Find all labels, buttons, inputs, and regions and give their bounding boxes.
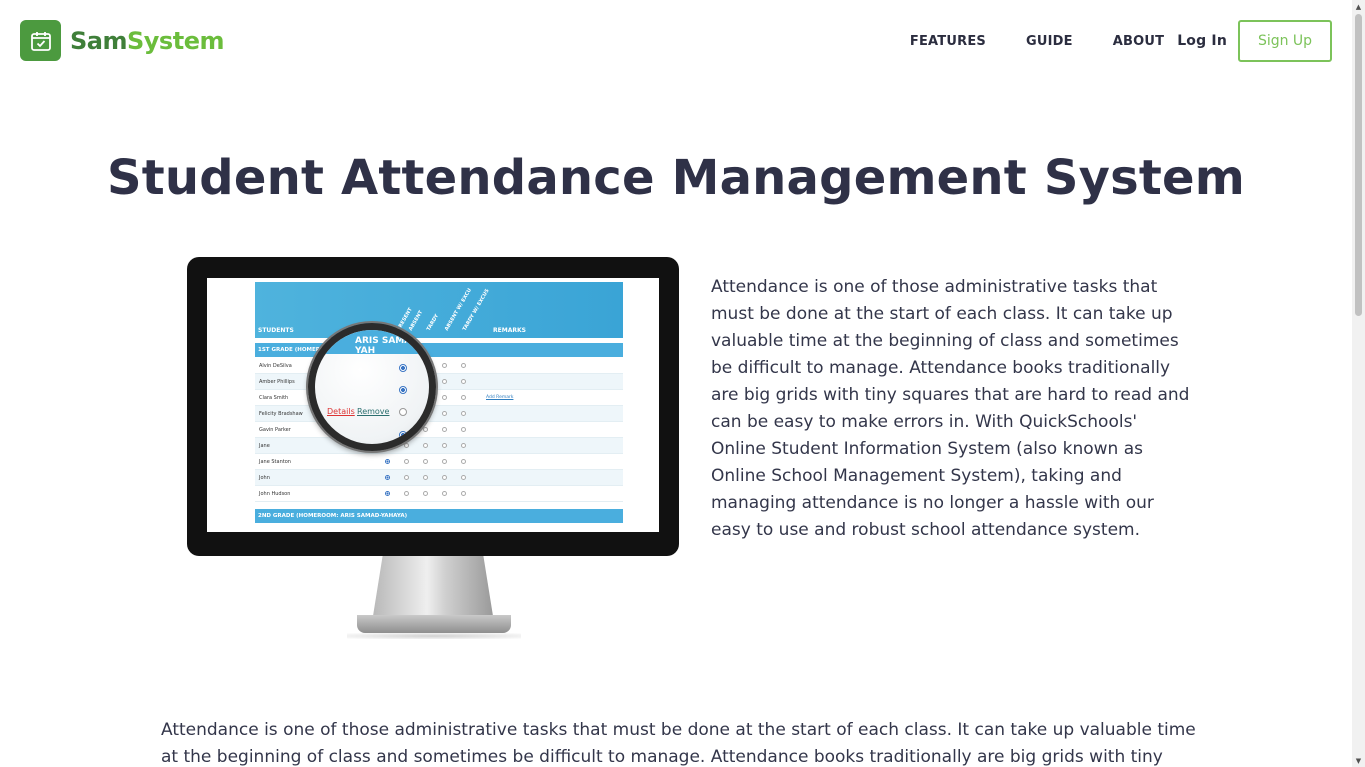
login-link[interactable]: Log In	[1177, 33, 1227, 49]
radio-absent-excused[interactable]	[442, 379, 447, 384]
attendance-table-header: STUDENTS PRESENT ABSENT TARDY ABSENT W/ …	[255, 282, 623, 338]
magnifier-radio	[399, 364, 407, 372]
scroll-down-arrow-icon[interactable]: ▼	[1352, 754, 1365, 767]
radio-tardy-excused[interactable]	[461, 443, 466, 448]
table-row: John Hudson	[255, 486, 623, 502]
radio-absent[interactable]	[404, 459, 409, 464]
main-nav: FEATURES GUIDE ABOUT Log In Sign Up	[910, 20, 1332, 62]
scroll-thumb[interactable]	[1355, 14, 1362, 316]
monitor-shadow	[347, 633, 521, 639]
radio-present[interactable]	[385, 459, 390, 464]
magnifier-heading: ARIS SAMAD-YAH	[355, 336, 423, 356]
magnifier-radio	[399, 386, 407, 394]
magnifier-remove-link: Remove	[357, 407, 390, 416]
radio-absent[interactable]	[404, 491, 409, 496]
logo-text: SamSystem	[70, 27, 224, 55]
student-name: Jane Stanton	[259, 458, 291, 465]
table-row: Jane	[255, 438, 623, 454]
scroll-up-arrow-icon[interactable]: ▲	[1352, 0, 1365, 13]
body-paragraph: Attendance is one of those administrativ…	[161, 720, 1196, 767]
magnifier-radio	[399, 408, 407, 416]
radio-tardy[interactable]	[423, 475, 428, 480]
signup-button[interactable]: Sign Up	[1238, 20, 1332, 62]
radio-present[interactable]	[385, 475, 390, 480]
radio-absent-excused[interactable]	[442, 443, 447, 448]
radio-tardy[interactable]	[423, 459, 428, 464]
radio-tardy[interactable]	[423, 491, 428, 496]
radio-absent-excused[interactable]	[442, 491, 447, 496]
radio-tardy-excused[interactable]	[461, 459, 466, 464]
radio-absent-excused[interactable]	[442, 363, 447, 368]
monitor-stand-neck	[373, 556, 493, 616]
logo-text-sam: Sam	[70, 26, 128, 55]
magnifier-details-link: Details	[327, 407, 355, 416]
intro-paragraph: Attendance is one of those administrativ…	[711, 277, 1190, 540]
radio-tardy[interactable]	[423, 427, 428, 432]
nav-features-link[interactable]: FEATURES	[910, 34, 986, 49]
student-name: John Hudson	[259, 490, 291, 497]
radio-tardy-excused[interactable]	[461, 379, 466, 384]
calendar-check-icon	[20, 20, 61, 61]
grade-1-heading: 1ST GRADE (HOMEROOM: ARIS SAMAD-YAHAYA)	[255, 343, 623, 357]
table-row: Gavin Parker	[255, 422, 623, 438]
remarks-column-label: REMARKS	[493, 327, 526, 334]
logo-text-system: System	[127, 26, 224, 55]
radio-absent-excused[interactable]	[442, 475, 447, 480]
radio-tardy-excused[interactable]	[461, 475, 466, 480]
grade-2-heading: 2ND GRADE (HOMEROOM: ARIS SAMAD-YAHAYA)	[255, 509, 623, 523]
magnifying-glass-icon: ARIS SAMAD-YAH Details Remove	[308, 323, 436, 451]
student-name: John	[259, 474, 270, 481]
nav-about-link[interactable]: ABOUT	[1113, 34, 1164, 49]
table-row: Jane Stanton	[255, 454, 623, 470]
page-title: Student Attendance Management System	[106, 150, 1245, 206]
logo[interactable]: SamSystem	[20, 20, 224, 61]
monitor-illustration: STUDENTS PRESENT ABSENT TARDY ABSENT W/ …	[187, 257, 679, 642]
table-row: Felicity Bradshaw	[255, 406, 623, 422]
radio-present[interactable]	[385, 491, 390, 496]
radio-absent-excused[interactable]	[442, 427, 447, 432]
radio-absent-excused[interactable]	[442, 395, 447, 400]
radio-tardy-excused[interactable]	[461, 395, 466, 400]
monitor-stand-base	[357, 615, 511, 633]
radio-absent-excused[interactable]	[442, 411, 447, 416]
radio-absent[interactable]	[404, 475, 409, 480]
site-header: SamSystem FEATURES GUIDE ABOUT Log In Si…	[0, 0, 1352, 86]
students-column-label: STUDENTS	[258, 327, 294, 334]
add-remark-link[interactable]: Add Remark	[486, 395, 513, 400]
nav-guide-link[interactable]: GUIDE	[1026, 34, 1073, 49]
radio-tardy-excused[interactable]	[461, 411, 466, 416]
page-scrollbar[interactable]: ▲ ▼	[1352, 0, 1365, 767]
monitor-frame: STUDENTS PRESENT ABSENT TARDY ABSENT W/ …	[187, 257, 679, 556]
monitor-screen: STUDENTS PRESENT ABSENT TARDY ABSENT W/ …	[207, 278, 659, 532]
radio-tardy-excused[interactable]	[461, 491, 466, 496]
radio-absent[interactable]	[404, 443, 409, 448]
radio-tardy-excused[interactable]	[461, 427, 466, 432]
table-row: John	[255, 470, 623, 486]
radio-tardy-excused[interactable]	[461, 363, 466, 368]
magnifier-radio	[399, 431, 407, 439]
radio-tardy[interactable]	[423, 443, 428, 448]
radio-absent-excused[interactable]	[442, 459, 447, 464]
